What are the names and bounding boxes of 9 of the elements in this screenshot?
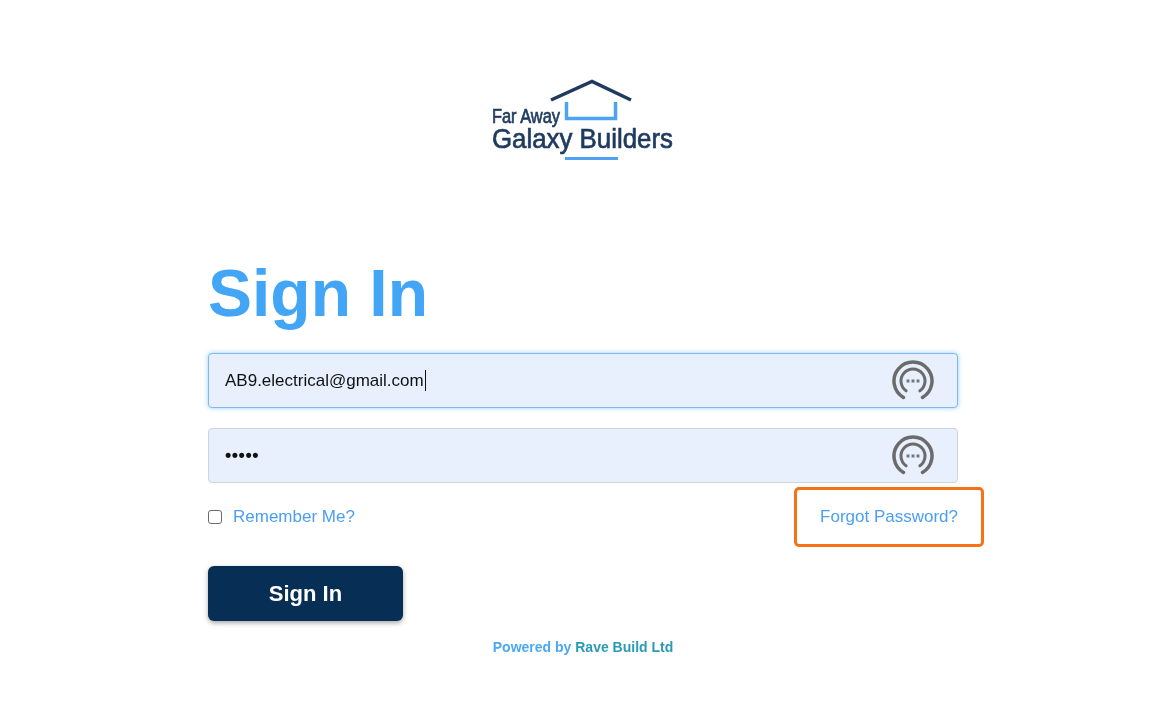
- remember-checkbox[interactable]: [208, 510, 222, 524]
- email-field[interactable]: AB9.electrical@gmail.com: [208, 353, 958, 408]
- powered-by-text: Powered by: [492, 639, 572, 655]
- text-cursor-icon: [424, 370, 426, 391]
- asterisk-ring-icon[interactable]: [892, 434, 934, 477]
- asterisk-ring-icon[interactable]: [892, 359, 934, 402]
- logo-text: Far Away: [492, 105, 575, 127]
- sign-in-button[interactable]: Sign In: [208, 566, 403, 621]
- password-field[interactable]: •••••: [208, 428, 958, 483]
